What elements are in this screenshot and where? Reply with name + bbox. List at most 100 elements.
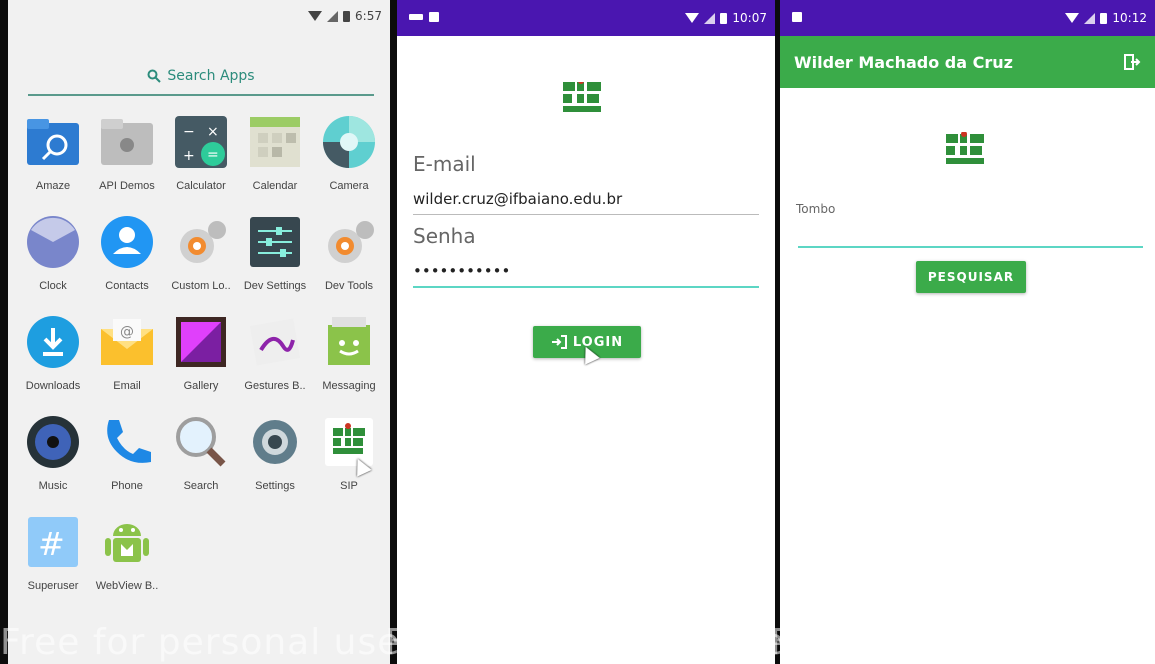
email-label: E-mail — [413, 152, 476, 176]
app-drawer-screen: 6:57 Search Apps Amaze API Demos − × + = Ca… — [8, 0, 390, 664]
notification-icon — [429, 12, 439, 22]
battery-icon — [720, 12, 728, 24]
tombo-field[interactable] — [798, 222, 1143, 248]
app-label: Clock — [39, 280, 67, 292]
settings-gear-icon — [247, 414, 303, 470]
app-label: Gestures B.. — [244, 380, 306, 392]
app-sip[interactable]: SIP — [312, 414, 386, 492]
app-label: Contacts — [105, 280, 149, 292]
battery-icon — [343, 10, 351, 22]
gallery-icon — [173, 314, 229, 370]
contacts-icon — [99, 214, 155, 270]
app-custom-locale[interactable]: Custom Lo.. — [164, 214, 238, 292]
battery-icon — [1100, 12, 1108, 24]
svg-text:#: # — [38, 525, 65, 563]
app-calendar[interactable]: Calendar — [238, 114, 312, 192]
app-contacts[interactable]: Contacts — [90, 214, 164, 292]
app-label: Email — [113, 380, 141, 392]
app-grid: Amaze API Demos − × + = Calculator Calendar… — [16, 114, 386, 592]
login-screen: 10:07 E-mail wilder.cruz@ifbaiano.edu.br… — [397, 0, 775, 664]
status-time: 10:07 — [732, 11, 767, 25]
status-time: 10:12 — [1112, 11, 1147, 25]
login-button-label: LOGIN — [572, 334, 624, 350]
sip-logo — [946, 131, 996, 172]
app-label: Calendar — [252, 180, 298, 192]
calendar-icon — [247, 114, 303, 170]
app-webview-browser[interactable]: WebView B.. — [90, 514, 164, 592]
messaging-icon — [321, 314, 377, 370]
keyboard-icon — [409, 14, 423, 20]
camera-icon — [321, 114, 377, 170]
app-label: Music — [38, 480, 68, 492]
email-icon: @ — [99, 314, 155, 370]
superuser-icon: # — [25, 514, 81, 570]
svg-text:−: − — [183, 124, 195, 140]
wifi-icon — [685, 13, 700, 23]
login-icon — [551, 335, 567, 349]
app-music[interactable]: Music — [16, 414, 90, 492]
signal-icon — [327, 10, 339, 22]
search-screen: 10:12 Wilder Machado da Cruz Tombo PESQU… — [780, 0, 1155, 664]
app-calculator[interactable]: − × + = Calculator — [164, 114, 238, 192]
password-field[interactable]: ••••••••••• — [413, 262, 759, 288]
app-label: Phone — [111, 480, 143, 492]
gears-icon — [321, 214, 377, 270]
watermark-text: Free for personal use — [770, 622, 1155, 663]
phone-icon — [99, 414, 155, 470]
app-label: Superuser — [27, 580, 79, 592]
sip-logo — [563, 78, 611, 120]
app-api-demos[interactable]: API Demos — [90, 114, 164, 192]
page-title: Wilder Machado da Cruz — [794, 52, 1013, 72]
svg-text:=: = — [207, 147, 219, 163]
app-dev-settings[interactable]: Dev Settings — [238, 214, 312, 292]
clock-icon — [25, 214, 81, 270]
app-phone[interactable]: Phone — [90, 414, 164, 492]
logout-icon[interactable] — [1123, 53, 1141, 71]
app-email[interactable]: @ Email — [90, 314, 164, 392]
folder-gear-icon — [99, 114, 155, 170]
app-label: Search — [183, 480, 219, 492]
app-label: Downloads — [25, 380, 81, 392]
app-clock[interactable]: Clock — [16, 214, 90, 292]
watermark: Free for personal use Free for personal … — [0, 622, 1155, 663]
status-bar: 6:57 — [8, 0, 390, 32]
app-bar: Wilder Machado da Cruz — [780, 36, 1155, 88]
signal-icon — [1084, 12, 1096, 24]
app-label: Custom Lo.. — [171, 280, 231, 292]
app-messaging[interactable]: Messaging — [312, 314, 386, 392]
app-settings[interactable]: Settings — [238, 414, 312, 492]
app-label: Dev Settings — [243, 280, 307, 292]
tombo-label: Tombo — [796, 202, 836, 216]
folder-search-icon — [25, 114, 81, 170]
app-downloads[interactable]: Downloads — [16, 314, 90, 392]
svg-text:+: + — [183, 148, 195, 164]
app-amaze[interactable]: Amaze — [16, 114, 90, 192]
app-superuser[interactable]: # Superuser — [16, 514, 90, 592]
app-camera[interactable]: Camera — [312, 114, 386, 192]
wifi-icon — [308, 11, 323, 21]
app-label: Settings — [255, 480, 295, 492]
sip-logo-icon — [321, 414, 377, 470]
email-field[interactable]: wilder.cruz@ifbaiano.edu.br — [413, 190, 759, 215]
search-apps-label: Search Apps — [167, 68, 255, 84]
wifi-icon — [1065, 13, 1080, 23]
watermark-text: Free for personal use — [0, 622, 401, 663]
app-gallery[interactable]: Gallery — [164, 314, 238, 392]
app-label: Calculator — [176, 180, 226, 192]
app-gestures-builder[interactable]: Gestures B.. — [238, 314, 312, 392]
watermark-text: Free for personal use — [385, 622, 786, 663]
app-search[interactable]: Search — [164, 414, 238, 492]
app-dev-tools[interactable]: Dev Tools — [312, 214, 386, 292]
status-time: 6:57 — [355, 9, 382, 23]
app-label: Amaze — [35, 180, 71, 192]
app-label: Dev Tools — [324, 280, 374, 292]
svg-text:×: × — [207, 124, 219, 140]
calculator-icon: − × + = — [173, 114, 229, 170]
magnifier-icon — [173, 414, 229, 470]
notification-icon — [792, 12, 802, 22]
signal-icon — [704, 12, 716, 24]
status-bar: 10:12 — [780, 0, 1155, 36]
search-button[interactable]: PESQUISAR — [916, 261, 1026, 293]
search-apps-field[interactable]: Search Apps — [28, 58, 374, 96]
password-label: Senha — [413, 224, 476, 248]
